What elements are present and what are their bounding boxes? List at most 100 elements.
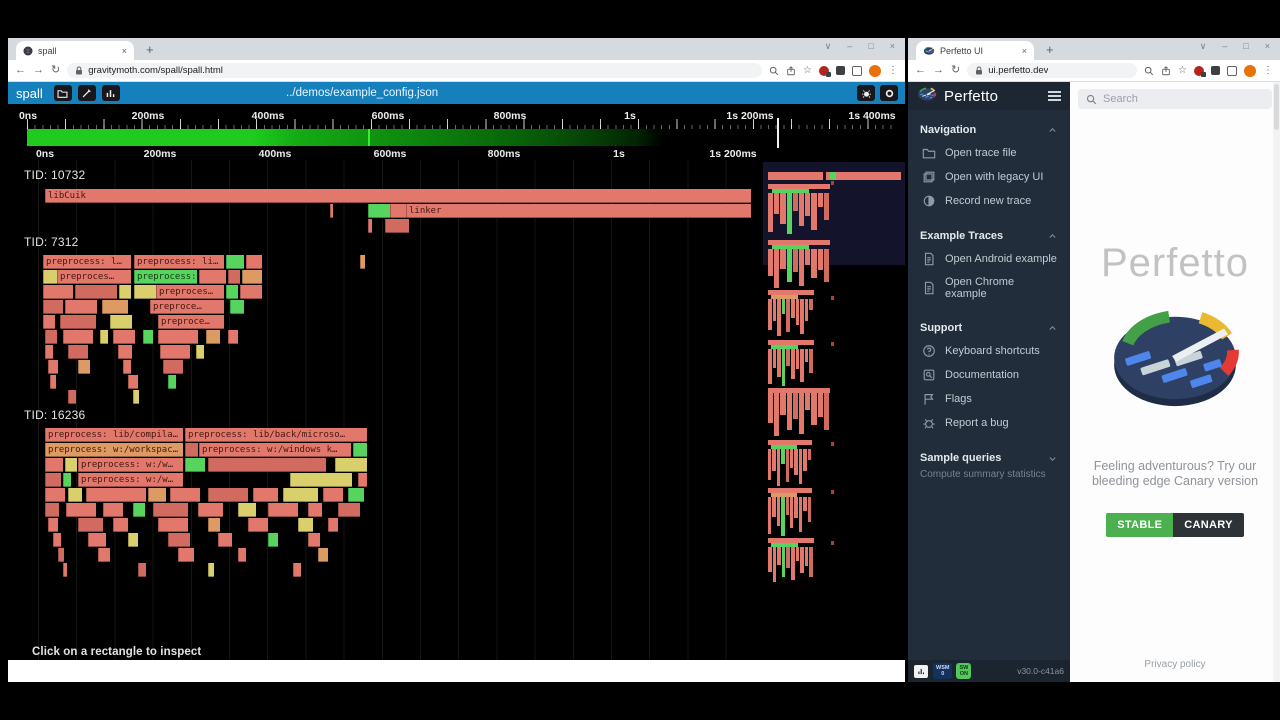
- metrics-icon[interactable]: [914, 665, 928, 678]
- flame-bar[interactable]: [60, 315, 96, 329]
- flame-bar[interactable]: preproces…: [57, 270, 131, 284]
- chevron-down-icon[interactable]: [1047, 453, 1058, 464]
- flame-bar[interactable]: [75, 285, 117, 299]
- flame-bar[interactable]: [228, 330, 238, 344]
- flame-bar[interactable]: [196, 345, 204, 359]
- flame-bar[interactable]: [338, 503, 360, 517]
- flame-bar[interactable]: [238, 548, 246, 562]
- flame-bar[interactable]: [153, 503, 188, 517]
- canary-button[interactable]: CANARY: [1173, 513, 1243, 537]
- flame-bar[interactable]: [63, 473, 71, 487]
- flame-bar[interactable]: libCuik: [45, 189, 751, 203]
- maximize-icon[interactable]: □: [1243, 41, 1248, 52]
- sidebar-item[interactable]: Documentation: [908, 363, 1070, 387]
- flame-bar[interactable]: [88, 533, 106, 547]
- flame-bar[interactable]: [148, 488, 166, 502]
- flame-bar[interactable]: [240, 285, 262, 299]
- flame-bar[interactable]: [368, 204, 390, 218]
- scrollbar-thumb[interactable]: [1274, 84, 1279, 130]
- flame-bar[interactable]: [185, 458, 205, 472]
- flame-bar[interactable]: [208, 458, 326, 472]
- flame-bar[interactable]: [128, 533, 138, 547]
- flame-bar[interactable]: preproce…: [158, 315, 224, 329]
- forward-icon[interactable]: →: [933, 65, 944, 76]
- flame-bar[interactable]: [143, 330, 153, 344]
- settings-button[interactable]: [880, 85, 898, 101]
- flame-bar[interactable]: [298, 518, 313, 532]
- sidebar-item[interactable]: Open Chrome example: [908, 271, 1070, 305]
- chevron-up-icon[interactable]: [1047, 231, 1058, 242]
- flame-bar[interactable]: [170, 488, 200, 502]
- zoom-icon[interactable]: [769, 66, 779, 76]
- flame-bar[interactable]: [133, 390, 139, 404]
- flame-bar[interactable]: [58, 548, 64, 562]
- flame-bar[interactable]: [330, 204, 333, 218]
- flame-bar[interactable]: [242, 270, 262, 284]
- section-header[interactable]: Example Traces: [908, 224, 1070, 247]
- restore-down-icon[interactable]: ∨: [825, 41, 832, 52]
- flame-bar[interactable]: [218, 533, 232, 547]
- flame-bar[interactable]: [390, 204, 406, 218]
- sidebar-item[interactable]: Flags: [908, 387, 1070, 411]
- restore-down-icon[interactable]: ∨: [1200, 41, 1207, 52]
- flame-bar[interactable]: [226, 255, 244, 269]
- flame-bar[interactable]: [158, 330, 198, 344]
- flame-bar[interactable]: [63, 563, 67, 577]
- flame-bar[interactable]: [53, 533, 61, 547]
- flame-bar[interactable]: [198, 503, 223, 517]
- sidebar-item[interactable]: Record new trace: [908, 189, 1070, 213]
- flame-bar[interactable]: [160, 345, 190, 359]
- flame-graph-canvas[interactable]: 0ns200ms400ms600ms800ms1s1s 200ms1s 400m…: [8, 104, 905, 660]
- open-file-button[interactable]: [54, 85, 72, 101]
- refresh-icon[interactable]: ↻: [51, 65, 60, 76]
- refresh-icon[interactable]: ↻: [951, 65, 960, 76]
- privacy-policy-link[interactable]: Privacy policy: [1070, 659, 1280, 670]
- minimap-thumbnail[interactable]: [768, 184, 830, 234]
- minimap-cursor[interactable]: [777, 118, 779, 148]
- flame-bar[interactable]: [308, 503, 322, 517]
- share-icon[interactable]: [786, 66, 796, 76]
- pinned-extension-icon[interactable]: [1211, 66, 1220, 75]
- flame-bar[interactable]: [353, 443, 367, 457]
- flame-bar[interactable]: [308, 533, 320, 547]
- minimap-thumbnail[interactable]: [768, 440, 812, 486]
- extension-badge-icon[interactable]: [819, 66, 829, 76]
- flame-bar[interactable]: [68, 390, 76, 404]
- new-tab-button[interactable]: +: [1046, 42, 1054, 57]
- flame-bar[interactable]: preprocess: lib/compila…: [45, 428, 183, 442]
- flame-bar[interactable]: [45, 473, 61, 487]
- profile-avatar[interactable]: [1244, 65, 1256, 77]
- flame-bar[interactable]: [283, 488, 318, 502]
- forward-icon[interactable]: →: [33, 65, 44, 76]
- sidebar-item[interactable]: Open with legacy UI: [908, 165, 1070, 189]
- flame-bar[interactable]: [45, 458, 63, 472]
- tools-button[interactable]: [78, 85, 96, 101]
- bookmark-star-icon[interactable]: ☆: [1178, 66, 1187, 76]
- section-header[interactable]: Support: [908, 316, 1070, 339]
- flame-bar[interactable]: [63, 330, 93, 344]
- flame-bar[interactable]: [113, 330, 135, 344]
- flame-bar[interactable]: linker: [406, 204, 751, 218]
- flame-bar[interactable]: preprocess: w:/workspac…: [45, 443, 183, 457]
- minimize-icon[interactable]: –: [1222, 41, 1227, 52]
- tab-close-icon[interactable]: ×: [1022, 46, 1027, 56]
- sidebar-item[interactable]: Open trace file: [908, 141, 1070, 165]
- section-header[interactable]: Navigation: [908, 118, 1070, 141]
- flame-bar[interactable]: [102, 300, 128, 314]
- maximize-icon[interactable]: □: [868, 41, 873, 52]
- minimap-thumbnail[interactable]: [768, 340, 814, 386]
- status-badge[interactable]: WSM0: [933, 663, 952, 679]
- tab-group-icon[interactable]: [852, 66, 862, 76]
- section-header[interactable]: Sample queries: [908, 446, 1070, 469]
- flame-bar[interactable]: preprocess: w:/w…: [78, 458, 183, 472]
- flame-bar[interactable]: [68, 345, 88, 359]
- flame-bar[interactable]: [158, 518, 188, 532]
- chevron-up-icon[interactable]: [1047, 323, 1058, 334]
- flame-bar[interactable]: [208, 518, 220, 532]
- stable-button[interactable]: STABLE: [1106, 513, 1173, 537]
- minimap-thumbnail[interactable]: [768, 488, 812, 536]
- flame-bar[interactable]: [168, 533, 190, 547]
- flame-bar[interactable]: [208, 563, 214, 577]
- sidebar-item[interactable]: Open Android example: [908, 247, 1070, 271]
- flame-bar[interactable]: [290, 473, 352, 487]
